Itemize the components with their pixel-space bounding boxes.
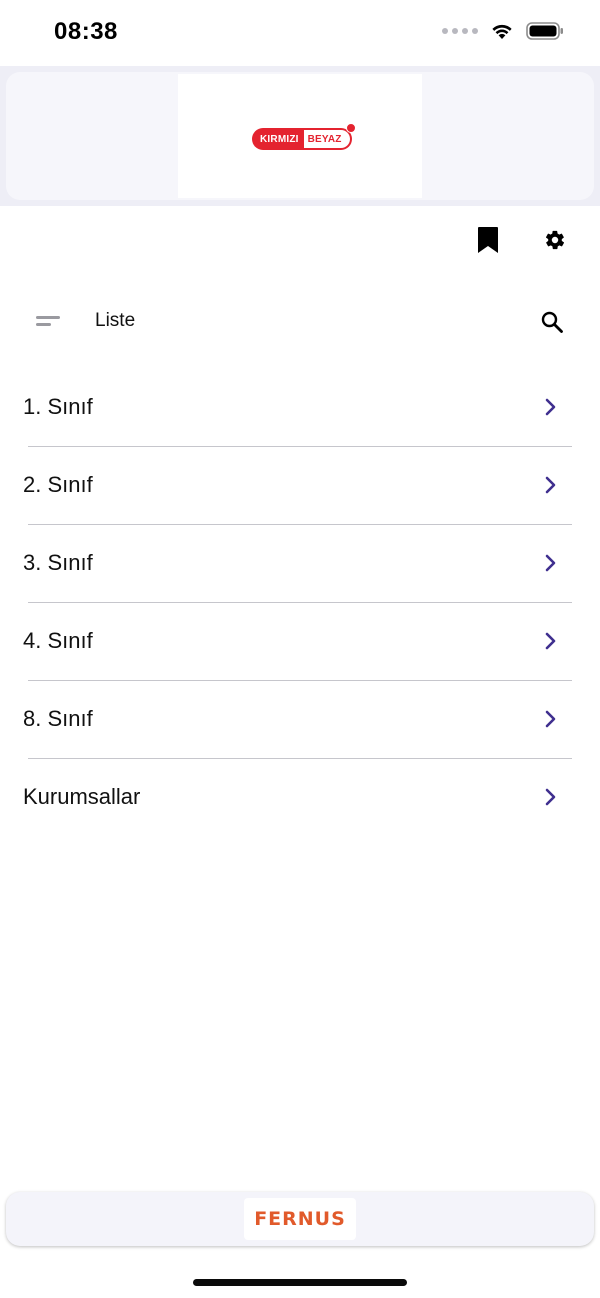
bookmark-icon [478, 227, 498, 253]
search-icon [541, 311, 563, 333]
list-item[interactable]: 2. Sınıf [0, 447, 600, 525]
signal-dots-icon [442, 28, 478, 34]
fernus-logo-text: FERNUS [254, 1208, 346, 1230]
list-title: Liste [95, 310, 136, 331]
menu-button[interactable] [30, 306, 66, 336]
status-icons [442, 22, 564, 40]
list-item-label: 2. Sınıf [23, 472, 93, 497]
settings-button[interactable] [539, 224, 571, 256]
battery-icon [526, 22, 563, 40]
list-item[interactable]: 1. Sınıf [0, 369, 600, 447]
chevron-right-icon [545, 710, 556, 728]
status-bar: 08:38 [0, 0, 600, 66]
header-banner: KIRMIZI BEYAZ [0, 66, 600, 206]
chevron-right-icon [545, 398, 556, 416]
chevron-right-icon [545, 554, 556, 572]
list-item-label: 8. Sınıf [23, 706, 93, 731]
menu-icon [36, 316, 60, 326]
search-button[interactable] [535, 305, 569, 339]
list-item-label: 3. Sınıf [23, 550, 93, 575]
status-time: 08:38 [54, 18, 118, 45]
list-item[interactable]: 4. Sınıf [0, 603, 600, 681]
list-item-label: 1. Sınıf [23, 394, 93, 419]
brand-logo-box[interactable]: KIRMIZI BEYAZ [178, 74, 422, 198]
list-item[interactable]: 8. Sınıf [0, 681, 600, 759]
home-indicator[interactable] [193, 1279, 407, 1286]
wifi-icon [492, 24, 512, 39]
list-item[interactable]: Kurumsallar [0, 759, 600, 837]
gear-icon [545, 230, 565, 250]
kirmizi-beyaz-logo: KIRMIZI BEYAZ [252, 123, 356, 150]
logo-part-red: KIRMIZI [252, 128, 304, 150]
list-item-label: Kurumsallar [23, 784, 141, 809]
fernus-logo[interactable]: FERNUS [244, 1198, 356, 1240]
class-list: 1. Sınıf 2. Sınıf 3. Sınıf 4. Sınıf 8. S… [0, 369, 600, 837]
header-card: KIRMIZI BEYAZ [6, 72, 594, 200]
chevron-right-icon [545, 632, 556, 650]
bookmark-button[interactable] [472, 224, 504, 256]
logo-dot-icon [345, 123, 356, 133]
list-item[interactable]: 3. Sınıf [0, 525, 600, 603]
list-item-label: 4. Sınıf [23, 628, 93, 653]
chevron-right-icon [545, 476, 556, 494]
footer-banner: FERNUS [6, 1192, 594, 1246]
logo-part-white: BEYAZ [303, 128, 352, 150]
chevron-right-icon [545, 788, 556, 806]
